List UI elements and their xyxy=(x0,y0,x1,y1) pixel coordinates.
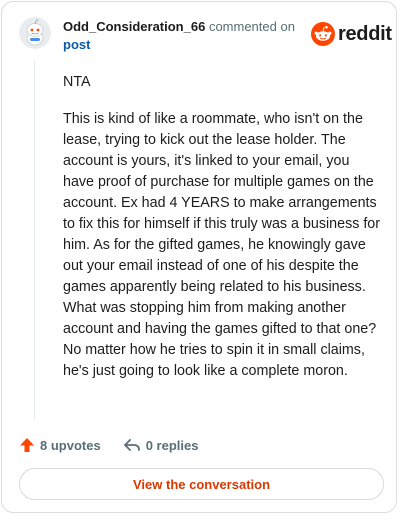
comment-paragraph: This is kind of like a roommate, who isn… xyxy=(63,111,381,379)
reply-arrow-icon xyxy=(123,439,140,451)
reddit-alien-icon xyxy=(311,22,335,46)
post-link[interactable]: post xyxy=(63,36,303,54)
comment-actions: 8 upvotes 0 replies xyxy=(19,434,220,456)
view-conversation-button[interactable]: View the conversation xyxy=(19,468,384,500)
reply-button[interactable]: 0 replies xyxy=(123,437,199,453)
action-text: commented on xyxy=(208,19,295,34)
upvote-button[interactable]: 8 upvotes xyxy=(19,437,101,453)
upvote-count: 8 upvotes xyxy=(40,437,101,453)
comment-header: Odd_Consideration_66 commented on post xyxy=(63,18,303,54)
brand-name: reddit xyxy=(338,22,392,45)
comment-card: Odd_Consideration_66 commented on post r… xyxy=(1,1,397,513)
thread-line xyxy=(34,60,35,420)
reddit-logo[interactable]: reddit xyxy=(311,22,392,46)
comment-paragraph: NTA xyxy=(63,74,91,90)
username[interactable]: Odd_Consideration_66 xyxy=(63,19,205,34)
upvote-arrow-icon xyxy=(20,438,34,452)
reply-count: 0 replies xyxy=(145,437,199,453)
comment-body: NTA This is kind of like a roommate, who… xyxy=(63,72,381,398)
user-avatar[interactable] xyxy=(19,17,51,49)
avatar-snoo-icon xyxy=(19,17,51,49)
view-conversation-label: View the conversation xyxy=(132,476,271,492)
